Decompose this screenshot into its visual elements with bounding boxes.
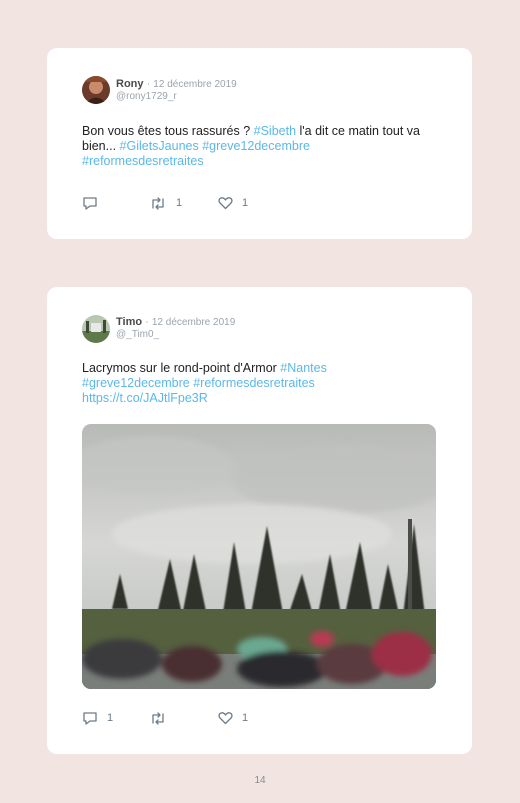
avatar[interactable] <box>82 76 110 104</box>
retweet-button[interactable] <box>149 710 176 726</box>
reply-icon <box>83 711 97 725</box>
hashtag-link[interactable]: #Nantes <box>280 361 327 375</box>
tweet-text: Bon vous êtes tous rassurés ? #Sibeth l'… <box>82 124 442 169</box>
tweet-date[interactable]: 12 décembre 2019 <box>152 317 235 328</box>
hashtag-link[interactable]: #reformesdesretraites <box>82 154 204 168</box>
like-count: 1 <box>242 197 249 209</box>
retweet-button[interactable]: 1 <box>149 195 182 211</box>
hashtag-link[interactable]: #reformesdesretraites <box>193 376 315 390</box>
reply-icon <box>83 196 97 210</box>
hashtag-link[interactable]: #Sibeth <box>254 124 296 138</box>
tweet-text: Lacrymos sur le rond-point d'Armor #Nant… <box>82 361 442 406</box>
separator-dot: · <box>146 78 151 90</box>
tweet-date[interactable]: 12 décembre 2019 <box>153 79 236 90</box>
text-segment: Lacrymos sur le rond-point d'Armor <box>82 361 281 375</box>
like-count: 1 <box>242 712 249 724</box>
author-line: Timo · 12 décembre 2019 <box>116 316 235 329</box>
heart-icon <box>218 712 233 725</box>
avatar[interactable] <box>82 315 110 343</box>
author-name[interactable]: Timo <box>116 316 142 328</box>
hashtag-link[interactable]: #GiletsJaunes <box>120 139 199 153</box>
tweet-photo[interactable] <box>82 424 436 689</box>
heart-icon <box>218 197 233 210</box>
tweet-actions: 1 1 <box>82 710 282 726</box>
author-handle[interactable]: @_Tim0_ <box>116 329 159 341</box>
retweet-count: 1 <box>176 197 183 209</box>
retweet-icon <box>152 196 164 210</box>
text-segment: Bon vous êtes tous rassurés ? <box>82 124 254 138</box>
hashtag-link[interactable]: #greve12decembre <box>82 376 190 390</box>
reply-count: 1 <box>107 712 114 724</box>
tweet-card: Rony · 12 décembre 2019 @rony1729_r Bon … <box>47 48 472 239</box>
hashtag-link[interactable]: #greve12decembre <box>202 139 310 153</box>
reply-button[interactable] <box>82 195 107 211</box>
tweet-card: Timo · 12 décembre 2019 @_Tim0_ Lacrymos… <box>47 287 472 754</box>
like-button[interactable]: 1 <box>218 195 248 211</box>
tweet-url-link[interactable]: https://t.co/JAJtlFpe3R <box>82 391 208 405</box>
author-name[interactable]: Rony <box>116 78 144 90</box>
reply-button[interactable]: 1 <box>82 710 113 726</box>
separator-dot: · <box>145 316 149 328</box>
tweet-actions: 1 1 <box>82 195 282 211</box>
like-button[interactable]: 1 <box>218 710 248 726</box>
page-number: 14 <box>254 775 266 786</box>
retweet-icon <box>152 711 164 725</box>
author-handle[interactable]: @rony1729_r <box>116 91 177 103</box>
author-line: Rony · 12 décembre 2019 <box>116 78 237 91</box>
